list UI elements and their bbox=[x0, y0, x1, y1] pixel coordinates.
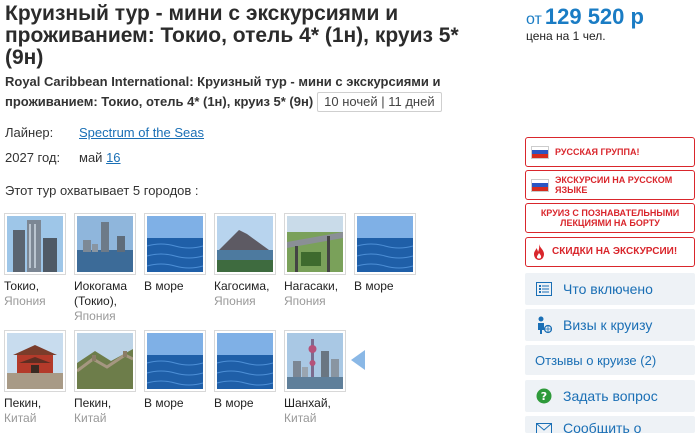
tour-subtitle: Royal Caribbean International: Круизный … bbox=[5, 72, 475, 112]
badge-lectures-text: Круиз с познавательными лекциями на борт… bbox=[540, 208, 680, 228]
city-card[interactable]: В море bbox=[214, 330, 276, 411]
liner-row: Лайнер: Spectrum of the Seas bbox=[5, 125, 204, 140]
city-country: Япония bbox=[214, 294, 256, 308]
city-card[interactable]: В море bbox=[354, 213, 416, 294]
menu-ask[interactable]: ? Задать вопрос bbox=[525, 380, 695, 412]
tour-title: Круизный тур - мини с экскурсиями и прож… bbox=[5, 2, 459, 69]
coverage-text: Этот тур охватывает 5 городов : bbox=[5, 183, 199, 198]
badge-lectures[interactable]: Круиз с познавательными лекциями на борт… bbox=[525, 203, 695, 233]
menu-reviews[interactable]: Отзывы о круизе (2) bbox=[525, 345, 695, 375]
price-prefix: от bbox=[526, 11, 542, 28]
city-photo[interactable] bbox=[284, 213, 346, 275]
city-name: В море bbox=[144, 279, 184, 293]
city-photo[interactable] bbox=[4, 213, 66, 275]
year-row: 2027 год: май 16 bbox=[5, 150, 121, 165]
city-card[interactable]: Кагосима, Япония bbox=[214, 213, 276, 309]
city-card[interactable]: Пекин, Китай bbox=[74, 330, 136, 426]
menu-included[interactable]: Что включено bbox=[525, 273, 695, 305]
city-card[interactable]: Токио, Япония bbox=[4, 213, 66, 309]
menu-reviews-label: Отзывы о круизе (2) bbox=[535, 352, 657, 368]
city-country: Япония bbox=[284, 294, 326, 308]
menu-report[interactable]: Сообщить о bbox=[525, 416, 695, 433]
city-card[interactable]: Шанхай, Китай bbox=[284, 330, 346, 426]
city-name: В море bbox=[354, 279, 394, 293]
city-photo[interactable] bbox=[284, 330, 346, 392]
city-photo[interactable] bbox=[214, 330, 276, 392]
month-label: май bbox=[79, 150, 103, 165]
city-card[interactable]: Иокогама (Токио), Япония bbox=[74, 213, 136, 324]
city-name: Нагасаки, bbox=[284, 279, 339, 293]
badge-russian-group-text: Русская группа! bbox=[555, 147, 640, 157]
city-name: Пекин, bbox=[74, 396, 112, 410]
city-country: Китай bbox=[74, 411, 107, 425]
badge-excursions-russian[interactable]: Экскурсии на русском языке bbox=[525, 170, 695, 200]
menu-ask-label: Задать вопрос bbox=[563, 388, 658, 404]
list-icon bbox=[535, 280, 553, 298]
menu-report-label: Сообщить о bbox=[563, 420, 642, 433]
city-name: Иокогама (Токио), bbox=[74, 279, 128, 308]
city-name: Токио, bbox=[4, 279, 40, 293]
city-photo[interactable] bbox=[214, 213, 276, 275]
carousel-prev-icon[interactable] bbox=[351, 350, 365, 370]
badge-discounts[interactable]: Скидки на экскурсии! bbox=[525, 237, 695, 267]
duration-badge: 10 ночей | 11 дней bbox=[317, 92, 442, 112]
question-icon: ? bbox=[535, 387, 553, 405]
menu-visas[interactable]: Визы к круизу bbox=[525, 309, 695, 341]
menu-included-label: Что включено bbox=[563, 281, 653, 297]
russia-flag-icon bbox=[531, 178, 549, 192]
russia-flag-icon bbox=[531, 145, 549, 159]
city-photo[interactable] bbox=[144, 213, 206, 275]
city-photo[interactable] bbox=[354, 213, 416, 275]
svg-text:?: ? bbox=[541, 390, 547, 403]
city-card[interactable]: Пекин, Китай bbox=[4, 330, 66, 426]
price: от 129 520 р bbox=[526, 4, 644, 30]
city-country: Китай bbox=[4, 411, 37, 425]
badge-discounts-text: Скидки на экскурсии! bbox=[552, 246, 678, 257]
year-label: 2027 год: bbox=[5, 150, 61, 165]
city-name: Шанхай, bbox=[284, 396, 331, 410]
date-link[interactable]: 16 bbox=[106, 150, 120, 165]
badge-excursions-russian-text: Экскурсии на русском языке bbox=[555, 175, 673, 195]
city-card[interactable]: В море bbox=[144, 213, 206, 294]
city-name: В море bbox=[214, 396, 254, 410]
city-photo[interactable] bbox=[74, 330, 136, 392]
liner-label: Лайнер: bbox=[5, 125, 54, 140]
city-name: Пекин, bbox=[4, 396, 42, 410]
liner-link[interactable]: Spectrum of the Seas bbox=[79, 125, 204, 140]
city-photo[interactable] bbox=[74, 213, 136, 275]
menu-visas-label: Визы к круизу bbox=[563, 317, 653, 333]
city-name: В море bbox=[144, 396, 184, 410]
city-photo[interactable] bbox=[144, 330, 206, 392]
city-country: Япония bbox=[74, 309, 116, 323]
city-country: Китай bbox=[284, 411, 317, 425]
city-photo[interactable] bbox=[4, 330, 66, 392]
city-card[interactable]: Нагасаки, Япония bbox=[284, 213, 346, 309]
price-note: цена на 1 чел. bbox=[526, 29, 606, 43]
mail-icon bbox=[535, 420, 553, 433]
fire-icon bbox=[532, 244, 546, 260]
city-card[interactable]: В море bbox=[144, 330, 206, 411]
person-globe-icon bbox=[535, 316, 553, 334]
city-country: Япония bbox=[4, 294, 46, 308]
price-amount: 129 520 р bbox=[544, 4, 644, 29]
city-name: Кагосима, bbox=[214, 279, 270, 293]
badge-russian-group[interactable]: Русская группа! bbox=[525, 137, 695, 167]
